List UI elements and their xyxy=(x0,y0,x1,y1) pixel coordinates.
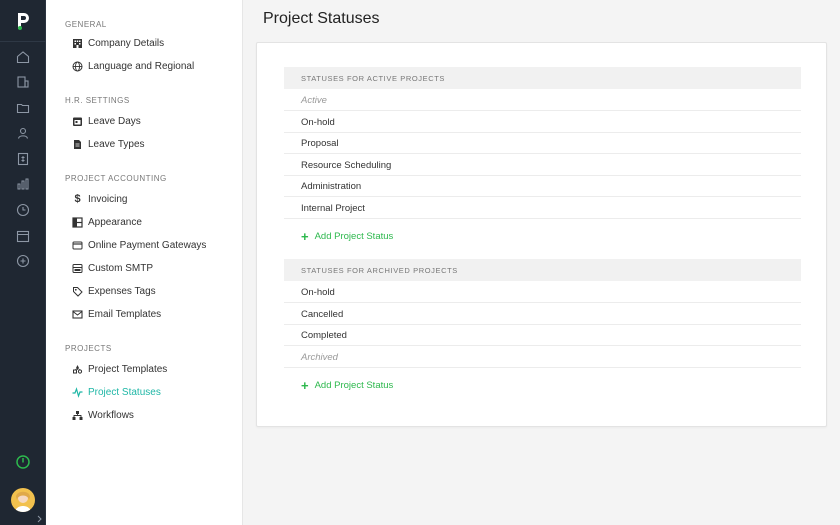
nav-label: Appearance xyxy=(88,216,142,228)
home-icon[interactable] xyxy=(13,47,33,67)
clock-icon[interactable] xyxy=(13,200,33,220)
nav-label: Leave Days xyxy=(88,115,141,127)
nav-leave-types[interactable]: Leave Types xyxy=(72,135,145,153)
nav-label: Online Payment Gateways xyxy=(88,239,207,251)
layout-icon xyxy=(72,216,83,228)
folder-icon[interactable] xyxy=(13,98,33,118)
timer-power-icon[interactable] xyxy=(13,452,33,472)
building-icon xyxy=(72,38,83,49)
status-row[interactable]: Cancelled xyxy=(284,304,801,325)
calendar-icon xyxy=(72,116,83,127)
plus-icon: + xyxy=(301,377,309,393)
expand-chevron-icon[interactable] xyxy=(37,515,43,523)
status-row[interactable]: Administration xyxy=(284,176,801,197)
add-status-label: Add Project Status xyxy=(314,230,394,242)
nav-custom-smtp[interactable]: Custom SMTP xyxy=(72,259,153,277)
plus-icon: + xyxy=(301,228,309,244)
card-icon xyxy=(72,240,83,251)
user-icon[interactable] xyxy=(13,123,33,143)
nav-label: Email Templates xyxy=(88,308,162,320)
templates-icon xyxy=(72,364,83,375)
invoice-icon[interactable] xyxy=(13,149,33,169)
nav-workflows[interactable]: Workflows xyxy=(72,406,134,424)
settings-sidebar: GENERAL Company Details Language and Reg… xyxy=(46,0,243,525)
calendar-rail-icon[interactable] xyxy=(13,226,33,246)
nav-language-regional[interactable]: Language and Regional xyxy=(72,57,194,75)
status-row-active[interactable]: Active xyxy=(284,90,801,111)
status-row[interactable]: On-hold xyxy=(284,282,801,303)
add-status-label: Add Project Status xyxy=(314,379,394,391)
section-general: GENERAL xyxy=(65,20,107,29)
status-row[interactable]: Resource Scheduling xyxy=(284,155,801,176)
nav-online-payment-gateways[interactable]: Online Payment Gateways xyxy=(72,236,206,254)
nav-label: Language and Regional xyxy=(88,60,195,72)
page-title: Project Statuses xyxy=(263,10,380,27)
archived-group-header: STATUSES FOR ARCHIVED PROJECTS xyxy=(284,259,801,281)
dollar-icon: $ xyxy=(74,193,81,205)
add-active-status-button[interactable]: + Add Project Status xyxy=(301,227,393,245)
status-row[interactable]: On-hold xyxy=(284,112,801,133)
nav-label: Custom SMTP xyxy=(88,262,154,274)
nav-label: Invoicing xyxy=(88,193,128,205)
nav-invoicing[interactable]: $ Invoicing xyxy=(72,190,127,208)
nav-project-statuses[interactable]: Project Statuses xyxy=(72,383,161,401)
sitemap-icon xyxy=(72,410,83,421)
nav-email-templates[interactable]: Email Templates xyxy=(72,305,161,323)
status-row[interactable]: Proposal xyxy=(284,133,801,154)
nav-label: Project Statuses xyxy=(88,386,161,398)
nav-label: Workflows xyxy=(88,409,134,421)
app-logo[interactable] xyxy=(0,0,46,42)
section-projects: PROJECTS xyxy=(65,344,112,353)
avatar[interactable] xyxy=(11,488,35,512)
status-row-archived[interactable]: Archived xyxy=(284,347,801,368)
globe-icon xyxy=(72,61,83,72)
statuses-card: STATUSES FOR ACTIVE PROJECTS Active On-h… xyxy=(256,42,827,427)
section-project-accounting: PROJECT ACCOUNTING xyxy=(65,174,167,183)
status-row[interactable]: Completed xyxy=(284,325,801,346)
nav-leave-days[interactable]: Leave Days xyxy=(72,112,141,130)
nav-project-templates[interactable]: Project Templates xyxy=(72,360,167,378)
active-group-header: STATUSES FOR ACTIVE PROJECTS xyxy=(284,67,801,89)
nav-expenses-tags[interactable]: Expenses Tags xyxy=(72,282,156,300)
main-content: Project Statuses STATUSES FOR ACTIVE PRO… xyxy=(243,0,840,525)
add-circle-icon[interactable] xyxy=(13,251,33,271)
server-icon xyxy=(72,263,83,274)
app-rail xyxy=(0,0,46,525)
section-hr-settings: H.R. SETTINGS xyxy=(65,96,130,105)
nav-label: Expenses Tags xyxy=(88,285,156,297)
mail-icon xyxy=(72,309,83,320)
nav-appearance[interactable]: Appearance xyxy=(72,213,142,231)
pulse-icon xyxy=(72,386,83,398)
nav-label: Company Details xyxy=(88,37,165,49)
status-row[interactable]: Internal Project xyxy=(284,198,801,219)
add-archived-status-button[interactable]: + Add Project Status xyxy=(301,376,393,394)
file-icon xyxy=(72,139,83,150)
nav-label: Project Templates xyxy=(88,363,168,375)
nav-label: Leave Types xyxy=(88,138,145,150)
reports-icon[interactable] xyxy=(13,174,33,194)
tag-icon xyxy=(72,286,83,297)
nav-company-details[interactable]: Company Details xyxy=(72,34,164,52)
companies-icon[interactable] xyxy=(13,72,33,92)
